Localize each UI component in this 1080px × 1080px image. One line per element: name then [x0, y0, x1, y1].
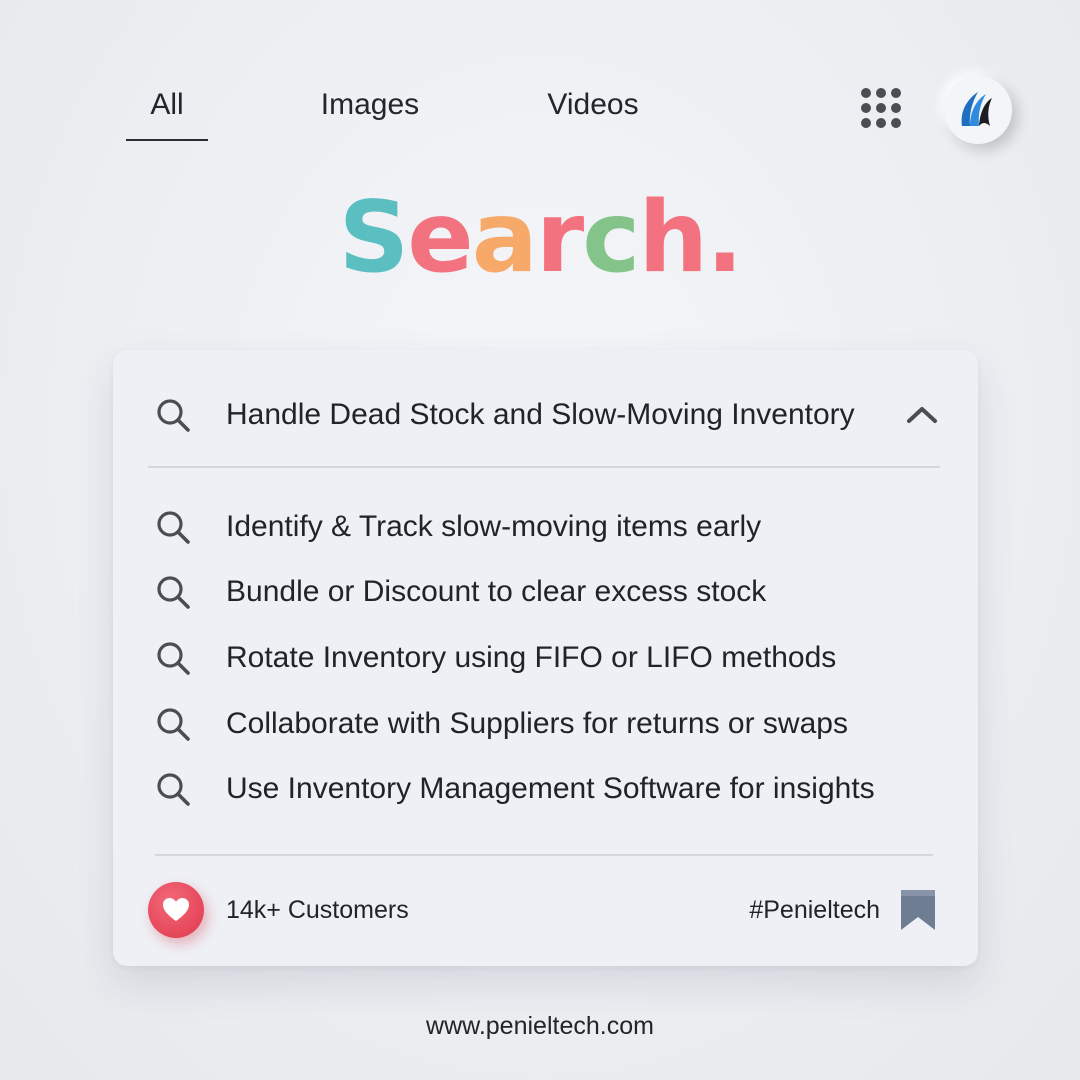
search-icon: [157, 399, 190, 432]
search-icon: [157, 511, 190, 544]
brand-logo-graphic: [961, 92, 992, 126]
search-title: Search.: [0, 180, 1080, 298]
title-letter: h: [638, 181, 708, 295]
website-url[interactable]: www.penieltech.com: [0, 1012, 1080, 1041]
like-button[interactable]: [148, 882, 204, 938]
suggestion-label: Bundle or Discount to clear excess stock: [226, 575, 767, 608]
customers-count: 14k+ Customers: [226, 896, 409, 924]
title-letter: e: [407, 181, 473, 295]
tab-all[interactable]: All: [126, 88, 208, 122]
search-icon: [157, 642, 190, 675]
suggestion-label: Rotate Inventory using FIFO or LIFO meth…: [226, 641, 837, 674]
search-icon: [157, 773, 190, 806]
title-letter: S: [338, 181, 410, 295]
heart-icon: [163, 898, 189, 921]
bookmark-icon[interactable]: [898, 888, 938, 932]
chevron-up-icon[interactable]: [905, 404, 939, 426]
apps-grid-icon[interactable]: [861, 88, 901, 128]
search-card: Handle Dead Stock and Slow-Moving Invent…: [113, 350, 978, 966]
tab-images[interactable]: Images: [300, 88, 440, 122]
active-tab-indicator: [126, 139, 208, 141]
title-letter: r: [535, 181, 584, 295]
brand-logo-icon[interactable]: [944, 76, 1012, 144]
title-letter: c: [582, 181, 640, 295]
suggestion-label: Identify & Track slow-moving items early: [226, 510, 762, 543]
search-query-text[interactable]: Handle Dead Stock and Slow-Moving Invent…: [226, 390, 855, 440]
title-letter: .: [706, 181, 743, 295]
suggestion-label: Use Inventory Management Software for in…: [226, 772, 875, 805]
search-icon: [157, 708, 190, 741]
divider: [148, 466, 940, 468]
tab-videos[interactable]: Videos: [530, 88, 656, 122]
title-letter: a: [471, 181, 538, 295]
hashtag-label[interactable]: #Penieltech: [749, 890, 880, 930]
search-icon: [157, 576, 190, 609]
divider: [155, 854, 933, 856]
suggestion-label: Collaborate with Suppliers for returns o…: [226, 707, 848, 740]
